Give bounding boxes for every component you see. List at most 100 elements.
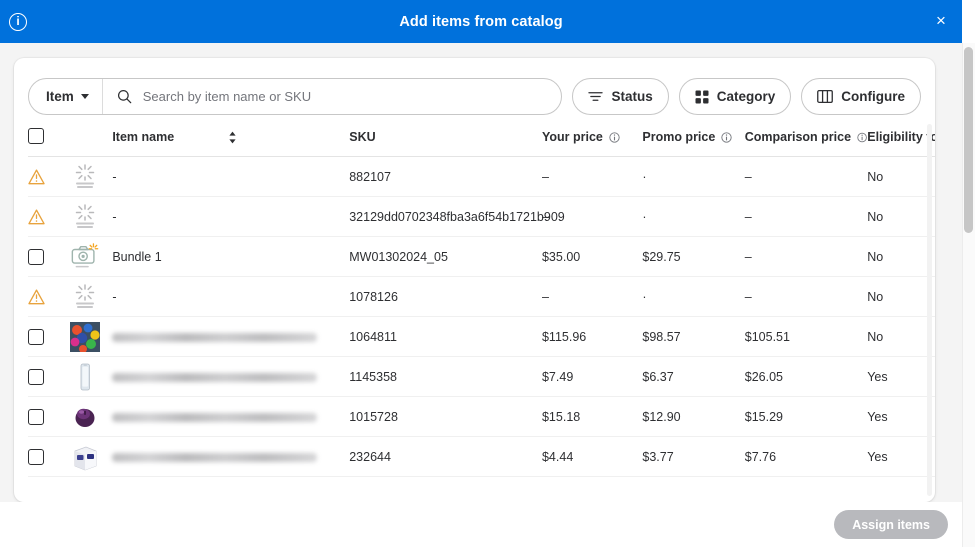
- your-price-cell: –: [542, 157, 642, 197]
- your-price-cell: $4.44: [542, 437, 642, 477]
- your-price-cell: $15.18: [542, 397, 642, 437]
- promo-price-cell: $98.57: [642, 317, 744, 357]
- close-icon[interactable]: ×: [932, 12, 950, 30]
- comparison-price-cell: –: [745, 237, 867, 277]
- eligibility-cell: No: [867, 317, 935, 357]
- item-name-cell: [112, 397, 349, 437]
- item-name-cell: [112, 317, 349, 357]
- info-icon[interactable]: [857, 132, 867, 143]
- eligibility-cell: Yes: [867, 397, 935, 437]
- search-group: Item: [28, 78, 562, 115]
- eligibility-header: Eligibility for strike: [867, 128, 935, 157]
- info-circle-icon[interactable]: i: [9, 13, 27, 31]
- eligibility-cell: No: [867, 157, 935, 197]
- thumb-header: [70, 128, 112, 157]
- item-type-select[interactable]: Item: [29, 79, 103, 114]
- row-checkbox[interactable]: [28, 409, 44, 425]
- camera-icon: [70, 242, 100, 272]
- search-field-wrap[interactable]: [103, 79, 562, 114]
- page-scrollbar-thumb[interactable]: [964, 47, 973, 233]
- category-filter-button[interactable]: Category: [679, 78, 792, 115]
- table-row[interactable]: -1078126–·–No: [28, 277, 935, 317]
- row-thumbnail-cell: [70, 317, 112, 357]
- comparison-price-cell: $26.05: [745, 357, 867, 397]
- status-filter-button[interactable]: Status: [572, 78, 668, 115]
- info-icon[interactable]: [609, 132, 620, 143]
- sort-arrows-icon[interactable]: [228, 131, 237, 144]
- info-icon[interactable]: [721, 132, 732, 143]
- row-checkbox[interactable]: [28, 449, 44, 465]
- table-row[interactable]: 1015728$15.18$12.90$15.29Yes: [28, 397, 935, 437]
- table-row[interactable]: Bundle 1MW01302024_05$35.00$29.75–No: [28, 237, 935, 277]
- your-price-cell: $35.00: [542, 237, 642, 277]
- row-thumbnail-cell: [70, 157, 112, 197]
- items-table-scroll[interactable]: Item name SKU: [28, 128, 935, 502]
- row-warning-cell: [28, 157, 70, 197]
- table-row[interactable]: 232644$4.44$3.77$7.76Yes: [28, 437, 935, 477]
- row-checkbox[interactable]: [28, 329, 44, 345]
- item-sku-cell: 1015728: [349, 397, 542, 437]
- item-sku-cell: MW01302024_05: [349, 237, 542, 277]
- eligibility-cell: No: [867, 277, 935, 317]
- item-name-redacted: [112, 453, 317, 462]
- items-table: Item name SKU: [28, 128, 935, 477]
- row-thumbnail-cell: [70, 237, 112, 277]
- grid-squares-icon: [695, 90, 709, 104]
- comparison-price-cell: $7.76: [745, 437, 867, 477]
- assign-items-button[interactable]: Assign items: [834, 510, 948, 539]
- no-image-placeholder-icon: [70, 283, 100, 311]
- eligibility-cell: No: [867, 197, 935, 237]
- item-name-header-label: Item name: [112, 130, 174, 144]
- configure-columns-label: Configure: [841, 89, 905, 104]
- table-row[interactable]: 1145358$7.49$6.37$26.05Yes: [28, 357, 935, 397]
- item-thumbnail: [70, 202, 100, 232]
- warning-triangle-icon: [28, 209, 45, 225]
- select-all-header: [28, 128, 70, 157]
- row-select-cell: [28, 357, 70, 397]
- category-filter-label: Category: [717, 89, 776, 104]
- row-checkbox[interactable]: [28, 249, 44, 265]
- configure-columns-button[interactable]: Configure: [801, 78, 921, 115]
- product-thumbnail: [70, 442, 100, 472]
- item-name-cell: [112, 437, 349, 477]
- modal-titlebar: i Add items from catalog ×: [0, 0, 962, 43]
- status-filter-label: Status: [611, 89, 652, 104]
- row-select-cell: [28, 437, 70, 477]
- table-row[interactable]: -32129dd0702348fba3a6f54b1721b909–·–No: [28, 197, 935, 237]
- eligibility-cell: No: [867, 237, 935, 277]
- promo-price-cell: ·: [642, 197, 744, 237]
- comparison-price-header: Comparison price: [745, 128, 867, 157]
- modal-body: Item: [0, 43, 962, 547]
- comparison-price-header-label: Comparison price: [745, 130, 851, 144]
- promo-price-header-label: Promo price: [642, 130, 715, 144]
- table-row[interactable]: -882107–·–No: [28, 157, 935, 197]
- item-sku-cell: 232644: [349, 437, 542, 477]
- row-select-cell: [28, 237, 70, 277]
- no-image-placeholder-icon: [70, 203, 100, 231]
- row-thumbnail-cell: [70, 197, 112, 237]
- row-checkbox[interactable]: [28, 369, 44, 385]
- item-thumbnail: [70, 402, 100, 432]
- item-thumbnail: [70, 162, 100, 192]
- select-all-checkbox[interactable]: [28, 128, 44, 144]
- search-icon: [117, 89, 132, 104]
- table-row[interactable]: 1064811$115.96$98.57$105.51No: [28, 317, 935, 357]
- row-thumbnail-cell: [70, 437, 112, 477]
- table-vertical-scrollbar[interactable]: [927, 124, 932, 496]
- item-sku-cell: 1145358: [349, 357, 542, 397]
- eligibility-cell: Yes: [867, 357, 935, 397]
- sku-header-label: SKU: [349, 130, 375, 144]
- row-thumbnail-cell: [70, 397, 112, 437]
- filter-lines-icon: [588, 90, 603, 103]
- item-name-header[interactable]: Item name: [112, 128, 349, 157]
- no-image-placeholder-icon: [70, 163, 100, 191]
- page-title: Add items from catalog: [0, 14, 962, 30]
- items-table-body: -882107–·–No-32129dd0702348fba3a6f54b172…: [28, 157, 935, 477]
- comparison-price-cell: $105.51: [745, 317, 867, 357]
- item-sku-cell: 1064811: [349, 317, 542, 357]
- item-name-cell: -: [112, 197, 349, 237]
- search-input[interactable]: [141, 88, 548, 105]
- comparison-price-cell: –: [745, 197, 867, 237]
- item-sku-cell: 32129dd0702348fba3a6f54b1721b909: [349, 197, 542, 237]
- item-name-redacted: [112, 333, 317, 342]
